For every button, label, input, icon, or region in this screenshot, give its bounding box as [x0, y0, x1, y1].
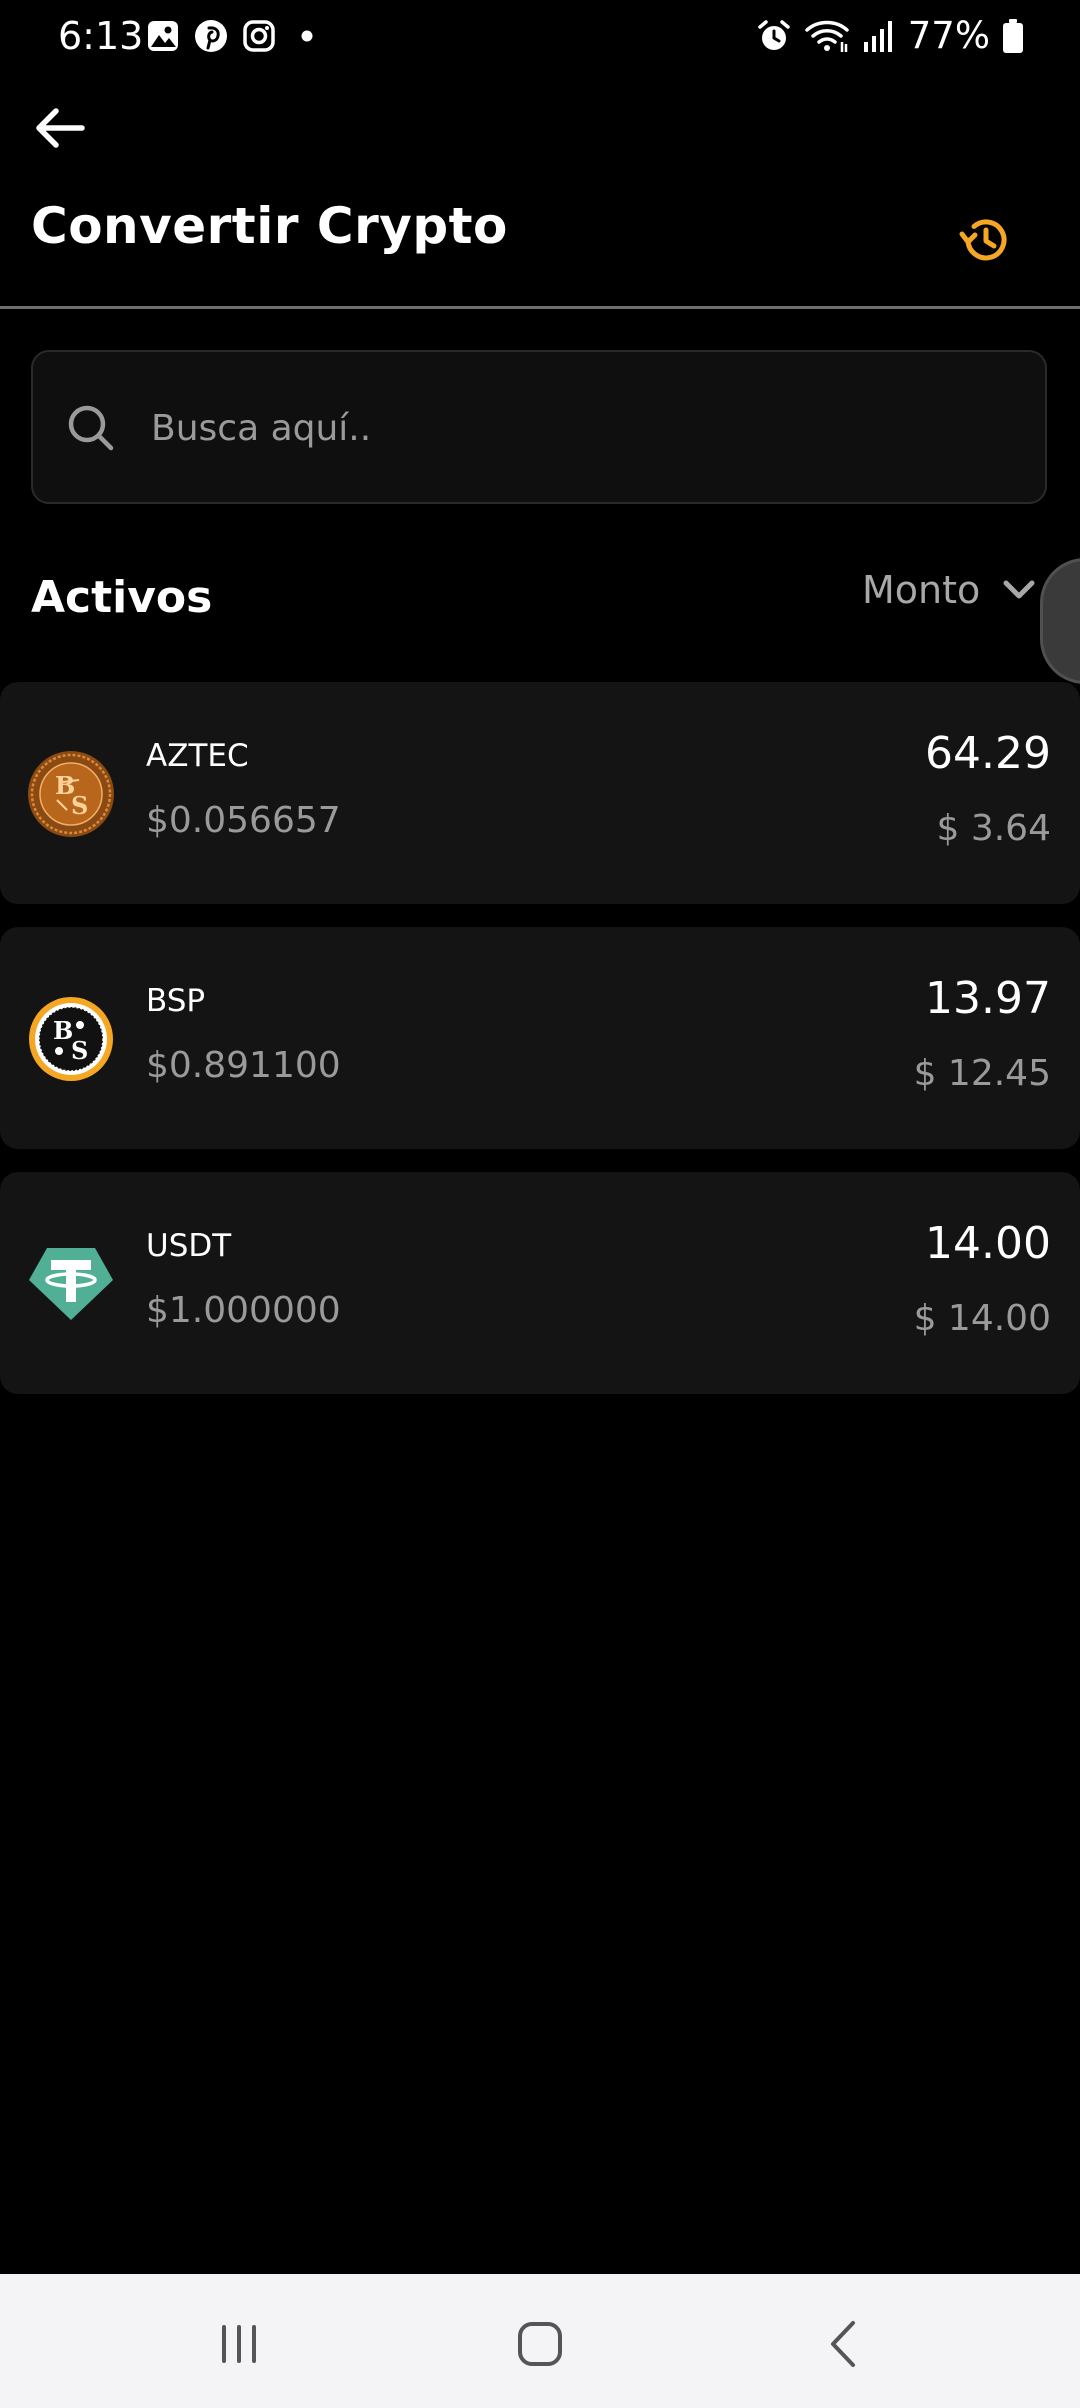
asset-symbol: USDT: [146, 1228, 232, 1264]
section-title: Activos: [31, 572, 213, 623]
search-icon: [68, 405, 114, 451]
notification-icons: [146, 18, 324, 54]
asset-item-aztec[interactable]: B S AZTEC $0.056657 64.29 $ 3.64: [0, 682, 1080, 904]
status-bar: 6:13 77%: [0, 0, 1080, 72]
header-divider: [0, 306, 1080, 309]
system-navigation-bar: [0, 2274, 1080, 2408]
asset-symbol: AZTEC: [146, 738, 249, 774]
bsp-coin-icon: B S: [29, 997, 113, 1081]
aztec-coin-icon: B S: [28, 751, 114, 837]
asset-amount: 13.97: [925, 973, 1051, 1024]
notification-dot-icon: [301, 30, 313, 42]
history-icon: [959, 219, 1007, 261]
instagram-icon: [243, 20, 275, 52]
home-button[interactable]: [500, 2304, 580, 2384]
recent-apps-button[interactable]: [199, 2304, 279, 2384]
asset-value: $ 3.64: [936, 808, 1051, 849]
search-input[interactable]: [151, 392, 1011, 464]
signal-icon: [863, 21, 892, 52]
asset-item-usdt[interactable]: USDT $1.000000 14.00 $ 14.00: [0, 1172, 1080, 1394]
back-button[interactable]: [28, 96, 92, 160]
asset-price: $1.000000: [146, 1290, 341, 1331]
asset-price: $0.056657: [146, 800, 341, 841]
status-time: 6:13: [58, 14, 144, 58]
home-icon: [518, 2322, 562, 2366]
asset-price: $0.891100: [146, 1045, 341, 1086]
asset-amount: 64.29: [925, 728, 1051, 779]
system-back-button[interactable]: [804, 2304, 884, 2384]
asset-amount: 14.00: [925, 1218, 1051, 1269]
sort-dropdown[interactable]: Monto: [862, 560, 1036, 620]
recent-apps-icon: [222, 2325, 256, 2363]
gallery-icon: [148, 21, 178, 51]
svg-text:S: S: [71, 1036, 88, 1065]
battery-percent: 77%: [907, 14, 990, 57]
battery-icon: [1003, 19, 1023, 53]
tether-icon: [29, 1248, 113, 1320]
edge-panel-handle[interactable]: [1040, 558, 1080, 684]
history-button[interactable]: [956, 210, 1012, 270]
asset-symbol: BSP: [146, 983, 206, 1019]
system-icons: 77%: [756, 10, 1024, 62]
search-box[interactable]: [31, 350, 1047, 504]
asset-value: $ 12.45: [913, 1053, 1051, 1094]
page-title: Convertir Crypto: [31, 197, 508, 255]
alarm-icon: [758, 20, 790, 50]
chevron-left-icon: [831, 2321, 855, 2367]
arrow-left-icon: [36, 108, 85, 148]
pinterest-icon: [195, 20, 227, 52]
svg-text:S: S: [71, 791, 88, 820]
asset-value: $ 14.00: [913, 1298, 1051, 1339]
wifi-icon: [805, 20, 849, 52]
sort-label: Monto: [862, 568, 981, 612]
asset-item-bsp[interactable]: B S BSP $0.891100 13.97 $ 12.45: [0, 927, 1080, 1149]
chevron-down-icon: [1003, 580, 1035, 599]
